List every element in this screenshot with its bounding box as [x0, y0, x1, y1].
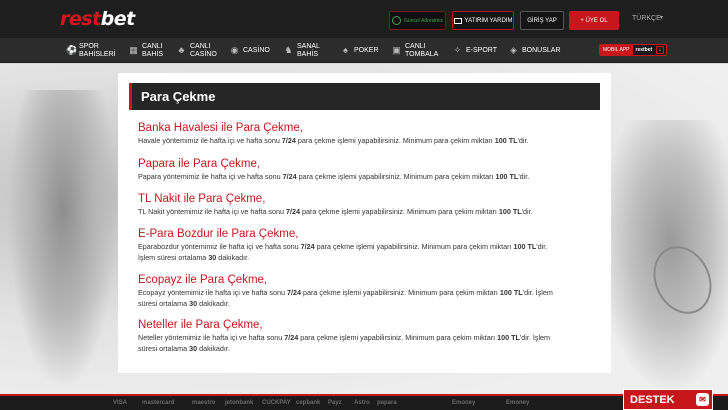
background-player-figure — [8, 90, 118, 390]
chat-icon: ✉ — [696, 393, 709, 406]
site-logo[interactable]: restbet — [60, 8, 135, 30]
card-icon — [453, 17, 462, 24]
page-title: Para Çekme — [129, 83, 600, 110]
nav-item-esport[interactable]: ✧ E-SPORT — [453, 38, 497, 63]
method-description: Neteller yöntemimiz ile hafta içi ve haf… — [138, 333, 551, 353]
live-bet-icon: ▦ — [129, 45, 138, 55]
support-button[interactable]: DESTEK ✉ — [623, 389, 713, 410]
sports-icon: ⚽ — [66, 45, 78, 55]
current-address-button[interactable]: Güncel Adresimiz — [389, 11, 446, 30]
method-title: Papara ile Para Çekme, — [138, 158, 261, 170]
poker-icon: ♠ — [343, 45, 348, 55]
method-ecopayz: Ecopayz ile Para Çekme, Ecopayz yöntemim… — [138, 273, 588, 309]
method-description: Papara yöntemimiz ile hafta içi ve hafta… — [138, 172, 530, 181]
nav-item-live-bet[interactable]: ▦ CANLI BAHİS — [129, 38, 163, 63]
chevron-down-icon: ▾ — [660, 15, 664, 21]
payment-logo: Astro — [354, 400, 370, 406]
method-title: Neteller ile Para Çekme, — [138, 319, 263, 331]
method-description: Eparabozdur yöntemimiz ile hafta içi ve … — [138, 242, 548, 262]
method-description: Havale yöntemimiz ile hafta içi ve hafta… — [138, 136, 529, 145]
withdrawal-panel: Para Çekme Banka Havalesi ile Para Çekme… — [118, 73, 611, 373]
method-eparabozdur: E-Para Bozdur ile Para Çekme, Eparabozdu… — [138, 227, 588, 263]
payment-logo: maestro — [192, 400, 216, 406]
casino-icon: ◉ — [230, 45, 239, 55]
live-casino-icon: ♣ — [178, 45, 185, 55]
payment-logo: Payz — [328, 400, 342, 406]
nav-item-sports[interactable]: ⚽ SPOR BAHİSLERİ — [66, 38, 116, 63]
mobile-app-button[interactable]: MOBIL APP restbet ↓ — [599, 44, 667, 56]
payment-logo: mastercard — [142, 400, 175, 406]
virtual-bet-icon: ♞ — [284, 45, 293, 55]
deposit-help-button[interactable]: YATIRIM YARDIM — [452, 11, 514, 30]
nav-item-poker[interactable]: ♠ POKER — [341, 38, 378, 63]
method-neteller: Neteller ile Para Çekme, Neteller yöntem… — [138, 318, 588, 354]
method-title: Ecopayz ile Para Çekme, — [138, 274, 268, 286]
method-title: TL Nakit ile Para Çekme, — [138, 193, 266, 205]
esport-icon: ✧ — [453, 45, 462, 55]
method-description: Ecopayz yöntemimiz ile hafta içi ve haft… — [138, 288, 553, 308]
nav-item-tombala[interactable]: ▣ CANLI TOMBALA — [392, 38, 438, 63]
payment-logo: jetonbank — [225, 400, 254, 406]
method-bank-transfer: Banka Havalesi ile Para Çekme, Havale yö… — [138, 121, 588, 146]
tombala-icon: ▣ — [392, 45, 401, 55]
payment-logo: Emoney — [506, 400, 530, 406]
payment-footer: VISA mastercard maestro jetonbank CUCKPA… — [0, 394, 728, 410]
payment-logo: Emoney — [452, 400, 476, 406]
payment-logo: CUCKPAY — [262, 400, 291, 406]
nav-item-virtual-bet[interactable]: ♞ SANAL BAHİS — [284, 38, 320, 63]
nav-item-live-casino[interactable]: ♣ CANLI CASİNO — [177, 38, 217, 63]
payment-logo: cepbank — [296, 400, 321, 406]
download-icon: ↓ — [656, 46, 664, 54]
signup-button[interactable]: + ÜYE OL — [569, 11, 619, 30]
nav-item-casino[interactable]: ◉ CASİNO — [230, 38, 270, 63]
nav-item-bonuses[interactable]: ◈ BONUSLAR — [509, 38, 560, 63]
payment-logo: VISA — [113, 400, 128, 406]
method-title: Banka Havalesi ile Para Çekme, — [138, 122, 303, 134]
method-title: E-Para Bozdur ile Para Çekme, — [138, 228, 299, 240]
top-header: restbet Güncel Adresimiz YATIRIM YARDIM … — [0, 0, 728, 38]
login-button[interactable]: GİRİŞ YAP — [520, 11, 564, 30]
method-tl-nakit: TL Nakit ile Para Çekme, TL Nakit yöntem… — [138, 192, 588, 217]
payment-logo: papara — [377, 400, 397, 406]
method-description: TL Nakit yöntemimiz ile hafta içi ve haf… — [138, 207, 533, 216]
language-selector[interactable]: TÜRKÇE — [632, 15, 661, 22]
bonus-icon: ◈ — [510, 45, 517, 55]
globe-icon — [392, 16, 402, 25]
method-papara: Papara ile Para Çekme, Papara yöntemimiz… — [138, 157, 588, 182]
